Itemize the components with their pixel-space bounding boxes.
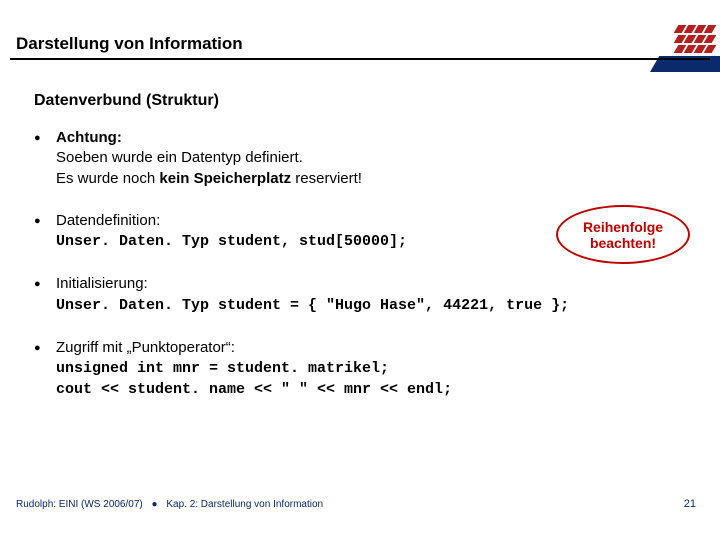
bullet-text: Es wurde noch: [56, 170, 159, 187]
bullet-lead: Initialisierung:: [56, 275, 148, 292]
callout-oval: Reihenfolge beachten!: [556, 205, 690, 264]
bullet-lead: Achtung:: [56, 129, 122, 146]
bullet-lead: Datendefinition:: [56, 212, 160, 229]
bullet-text: reserviert!: [291, 170, 362, 187]
code-line: Unser. Daten. Typ student = { "Hugo Hase…: [56, 297, 569, 314]
bullet-emph: kein Speicherplatz: [159, 170, 291, 187]
footer-separator: ●: [152, 499, 158, 510]
bullet-list: Achtung: Soeben wurde ein Datentyp defin…: [34, 128, 690, 401]
bullet-text: Soeben wurde ein Datentyp definiert.: [56, 149, 303, 166]
footer-left: Rudolph: EINI (WS 2006/07): [16, 499, 143, 510]
footer: Rudolph: EINI (WS 2006/07) ● Kap. 2: Dar…: [16, 499, 323, 510]
code-line: Unser. Daten. Typ student, stud[50000];: [56, 233, 407, 250]
callout-text: Reihenfolge beachten!: [558, 219, 688, 251]
code-line: unsigned int mnr = student. matrikel;: [56, 360, 389, 377]
list-item: Zugriff mit „Punktoperator“: unsigned in…: [34, 338, 690, 401]
code-line: cout << student. name << " " << mnr << e…: [56, 381, 452, 398]
list-item: Achtung: Soeben wurde ein Datentyp defin…: [34, 128, 690, 189]
header-rule: [10, 58, 710, 60]
list-item: Initialisierung: Unser. Daten. Typ stude…: [34, 274, 690, 316]
slide-title: Darstellung von Information: [16, 34, 243, 54]
footer-right: Kap. 2: Darstellung von Information: [166, 499, 323, 510]
page-number: 21: [684, 498, 696, 510]
bullet-lead: Zugriff mit „Punktoperator“:: [56, 339, 235, 356]
logo: [640, 22, 720, 72]
slide-subtitle: Datenverbund (Struktur): [34, 92, 690, 110]
